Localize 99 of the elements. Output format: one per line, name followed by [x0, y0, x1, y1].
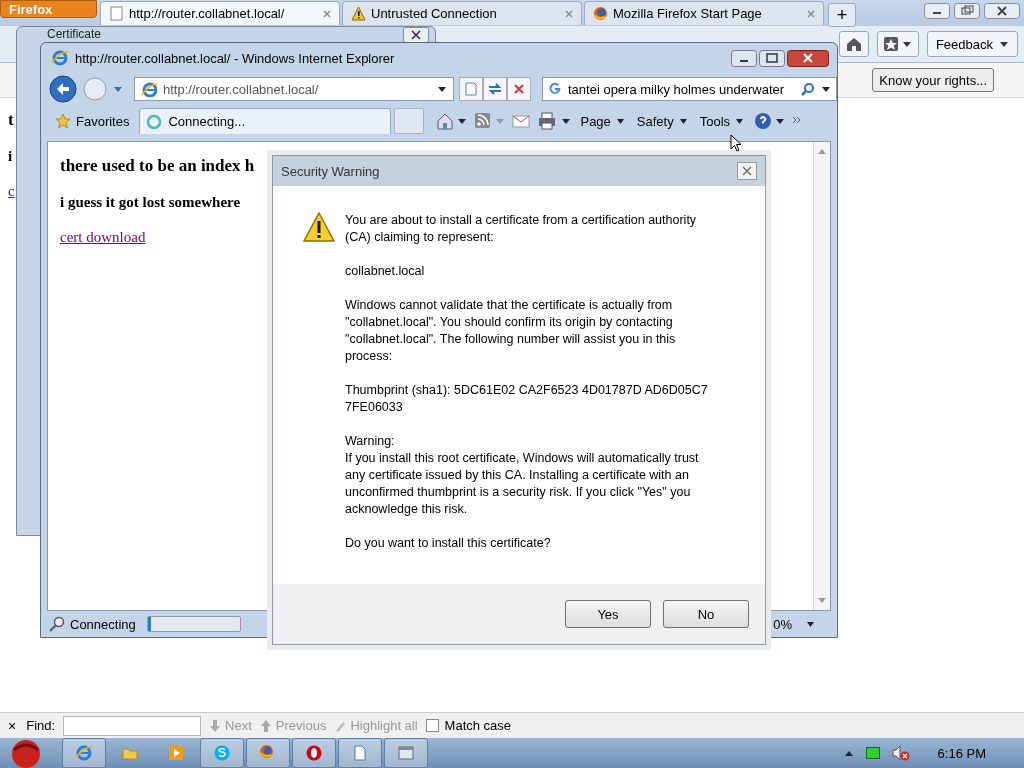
up-arrow-icon: [259, 718, 272, 733]
browser-tab[interactable]: http://router.collabnet.local/: [100, 1, 340, 25]
refresh-icon[interactable]: [483, 77, 507, 101]
caret-icon: [999, 40, 1009, 48]
warning-icon: [351, 6, 366, 21]
status-text: Connecting: [70, 616, 136, 632]
new-tab-button[interactable]: +: [828, 3, 856, 27]
help-icon[interactable]: [754, 112, 785, 130]
dialog-button[interactable]: Yes: [565, 600, 651, 628]
find-label: Find:: [26, 718, 56, 733]
message-text: Do you want to install this certificate?: [345, 535, 552, 552]
favorites-button[interactable]: Favorites: [49, 113, 136, 129]
message-text: Windows cannot validate that the certificate is actually from "collabnet.local". You should confirm its origin by contacting "collabnet.local". The following number will assist you in this process:: [345, 297, 677, 365]
globe-icon: [593, 6, 608, 21]
page-e-icon: [141, 81, 157, 97]
caret-icon[interactable]: [806, 620, 815, 628]
zoom-level[interactable]: 0%: [773, 616, 792, 632]
message-text: If you install this root certificate, Windows will automatically trust any certificate issued by this CA. Installing a certificate with an unconfirmed thumbprint is a security risk. If you click "Yes" you acknowledge this risk.: [345, 450, 700, 518]
menu-button[interactable]: Page: [578, 113, 627, 129]
caret-icon: [678, 117, 688, 125]
caret-icon: [437, 85, 447, 93]
message-text: You are about to install a certificate from a certification authority (CA) claiming to represent:: [345, 212, 698, 246]
menu-button[interactable]: Safety: [634, 113, 690, 129]
back-icon[interactable]: [49, 75, 77, 103]
home-button[interactable]: [838, 31, 869, 57]
o-logo-icon: [305, 744, 323, 762]
down-arrow-icon: [818, 598, 826, 604]
globe-e-icon: [51, 49, 69, 67]
g-logo-icon: [548, 82, 562, 96]
minimize-icon[interactable]: [731, 49, 757, 67]
caret-icon: [735, 117, 745, 125]
notification-button[interactable]: Know your rights...: [872, 68, 994, 92]
find-field[interactable]: [63, 715, 202, 736]
home-icon: [844, 36, 863, 52]
window-icon: [397, 744, 415, 762]
close-icon[interactable]: [737, 162, 757, 180]
message-text: collabnet.local: [345, 263, 426, 280]
page-text: t: [8, 110, 14, 130]
caret-icon: [615, 117, 625, 125]
up-arrow-icon[interactable]: [843, 749, 854, 757]
muted-speaker-icon[interactable]: [891, 745, 910, 761]
chevron-icon[interactable]: [792, 116, 803, 126]
search-icon: [801, 82, 815, 96]
taskbar-button[interactable]: [62, 738, 106, 768]
window-title: http://router.collabnet.local/ - Windows Internet Explorer: [75, 50, 395, 66]
feed-icon[interactable]: [474, 112, 505, 130]
message-text: Warning:: [345, 433, 396, 450]
down-arrow-icon: [209, 718, 222, 733]
play-icon: [167, 744, 185, 762]
compatibility-icon[interactable]: [459, 77, 483, 101]
minimize-icon[interactable]: [924, 3, 950, 19]
feedback-button[interactable]: Feedback: [926, 31, 1018, 57]
close-button[interactable]: ×: [6, 717, 19, 734]
browser-tab[interactable]: Untrusted Connection: [342, 1, 582, 25]
window-title: Certificate: [47, 27, 102, 41]
loading-icon: [146, 113, 163, 130]
page-text: i: [8, 148, 13, 165]
document-icon: [351, 744, 369, 762]
browser-tab[interactable]: Mozilla Firefox Start Page: [584, 1, 824, 25]
checkbox-label: Match case: [444, 718, 512, 733]
dialog-button[interactable]: No: [663, 600, 749, 628]
clock-text[interactable]: 6:16 PM: [937, 745, 986, 761]
taskbar-button[interactable]: [200, 738, 244, 768]
bookmarks-button[interactable]: [876, 31, 919, 57]
up-arrow-icon: [818, 148, 826, 154]
home-icon[interactable]: [436, 112, 467, 130]
search-field[interactable]: tantei opera milky holmes underwater: [542, 77, 837, 101]
message-text: Thumbprint (sha1): 5DC61E02 CA2F6523 4D01787D AD6D05C7 7FE06033: [345, 382, 709, 416]
address-field[interactable]: http://router.collabnet.local/: [134, 77, 454, 101]
taskbar-button[interactable]: [384, 738, 428, 768]
taskbar-button[interactable]: [292, 738, 336, 768]
maximize-icon[interactable]: [759, 49, 785, 67]
close-icon[interactable]: [787, 49, 829, 67]
scrollbar[interactable]: [813, 142, 830, 610]
checkbox[interactable]: [425, 719, 439, 732]
taskbar-button[interactable]: [246, 738, 290, 768]
maximize-icon[interactable]: [954, 3, 980, 19]
star-caret-icon: [882, 36, 913, 52]
dialog-title: Security Warning: [281, 163, 380, 179]
caret-icon: [821, 85, 831, 93]
search-icon: [49, 616, 65, 632]
warning-icon: [303, 212, 335, 242]
s-logo-icon: [213, 744, 231, 762]
close-icon[interactable]: [403, 27, 429, 43]
taskbar-button[interactable]: [338, 738, 382, 768]
close-icon[interactable]: [984, 3, 1020, 19]
print-icon[interactable]: [538, 112, 571, 130]
mail-icon[interactable]: [512, 114, 531, 128]
page-link[interactable]: cert download: [60, 229, 146, 246]
browser-tab[interactable]: Connecting...: [139, 108, 392, 134]
globe-e-icon: [75, 744, 93, 762]
star-icon: [55, 113, 71, 129]
page-heading: there used to be an index h: [60, 156, 255, 176]
page-subheading: i guess it got lost somewhere: [60, 194, 241, 211]
page-link[interactable]: c: [8, 183, 15, 200]
network-icon[interactable]: [865, 747, 880, 759]
page-icon: [109, 6, 124, 21]
menu-button[interactable]: Tools: [697, 113, 747, 129]
stop-icon[interactable]: [507, 77, 531, 101]
